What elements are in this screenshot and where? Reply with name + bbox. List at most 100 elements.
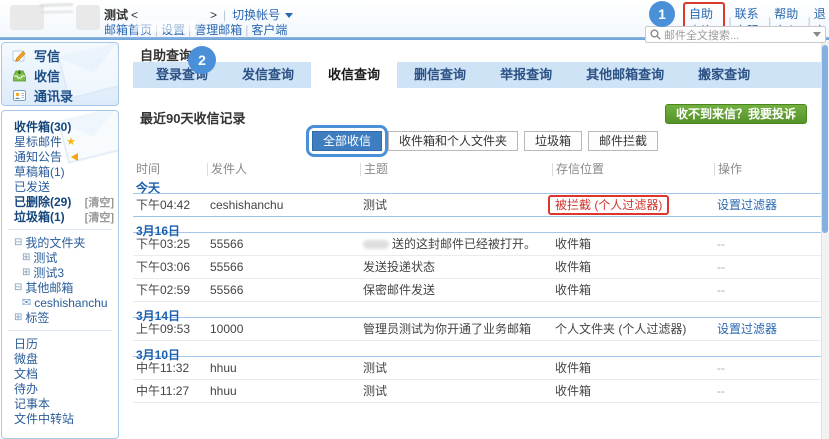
sidebar-item[interactable]: 已发送	[2, 179, 114, 194]
search-input[interactable]: 邮件全文搜索...	[645, 26, 826, 43]
sidebar-item[interactable]: ⊞测试3	[2, 265, 114, 280]
sidebar-item[interactable]: 文档	[2, 366, 114, 381]
sidebar-item[interactable]: 草稿箱(1)	[2, 164, 114, 179]
sidebar-item[interactable]: ⊟其他邮箱	[2, 280, 114, 295]
subject-text: 保密邮件发送	[363, 283, 435, 297]
sidebar-item-label: 其他邮箱	[25, 279, 73, 296]
sidebar-item-label: 垃圾箱(1)	[14, 208, 65, 225]
location-text: 收件箱	[555, 283, 591, 297]
sidebar-divider	[8, 330, 112, 331]
table-header: 时间发件人主题存信位置操作	[133, 160, 821, 178]
header-nav-link[interactable]: 管理邮箱	[194, 23, 242, 37]
header-nav-link[interactable]: 客户端	[251, 23, 287, 37]
sidebar-item[interactable]: ⊞标签	[2, 310, 114, 325]
cell-sender: 55566	[207, 233, 360, 255]
sidebar-item[interactable]: ⊟我的文件夹	[2, 235, 114, 250]
tab-item[interactable]: 其他邮箱查询	[569, 62, 681, 88]
filter-button[interactable]: 邮件拦截	[588, 131, 658, 151]
filter-button[interactable]: 垃圾箱	[524, 131, 582, 151]
sidebar-item[interactable]: ⊞测试	[2, 250, 114, 265]
cell-location: 收件箱	[552, 233, 714, 255]
expand-icon[interactable]: ⊞	[22, 267, 30, 278]
tab-active[interactable]: 收信查询	[311, 62, 397, 88]
section-title: 最近90天收信记录	[140, 108, 245, 127]
cell-sender: hhuu	[207, 357, 360, 379]
sidebar-item[interactable]: 待办	[2, 381, 114, 396]
sidebar-item-label: 标签	[25, 309, 49, 326]
filter-bar: 全部收信收件箱和个人文件夹垃圾箱邮件拦截	[312, 130, 658, 152]
no-action: --	[717, 361, 725, 375]
sidebar-divider	[8, 229, 112, 230]
filter-button[interactable]: 收件箱和个人文件夹	[388, 131, 518, 151]
set-filter-link[interactable]: 设置过滤器	[717, 322, 777, 336]
empty-folder-link[interactable]: [清空]	[85, 194, 114, 210]
annotation-red-box: 被拦截 (个人过滤器)	[548, 195, 669, 215]
redacted-logo-text	[40, 3, 73, 13]
column-header: 操作	[714, 163, 818, 176]
column-header: 发件人	[207, 163, 360, 176]
sidebar-receive-button[interactable]: 收信	[2, 65, 118, 85]
cell-subject: 保密邮件发送	[360, 279, 552, 301]
main-content: 自助查询 登录查询发信查询收信查询删信查询举报查询其他邮箱查询搬家查询 最近90…	[133, 40, 821, 439]
column-header: 存信位置	[552, 163, 714, 176]
cell-action: 设置过滤器	[714, 318, 818, 340]
cell-time: 下午03:06	[133, 256, 207, 278]
sidebar-item[interactable]: 微盘	[2, 351, 114, 366]
sidebar-item[interactable]: 通知公告	[2, 149, 114, 164]
no-action: --	[717, 260, 725, 274]
complaint-button[interactable]: 收不到来信？我要投诉	[665, 104, 807, 124]
cell-subject: 管理员测试为你开通了业务邮箱	[360, 318, 552, 340]
location-text: 收件箱	[555, 361, 591, 375]
subject-text: 发送投递状态	[363, 260, 435, 274]
table-row: 中午11:27hhuu测试收件箱--	[133, 380, 821, 403]
cell-action: 设置过滤器	[714, 194, 818, 216]
sidebar-item[interactable]: ✉ceshishanchu	[2, 295, 114, 310]
star-icon: ★	[66, 135, 76, 148]
cell-location: 收件箱	[552, 357, 714, 379]
cell-action: --	[714, 357, 818, 379]
cell-sender: 55566	[207, 256, 360, 278]
tab-item[interactable]: 举报查询	[483, 62, 569, 88]
cell-sender: 10000	[207, 318, 360, 340]
tab-item[interactable]: 搬家查询	[681, 62, 767, 88]
cell-subject: 测试	[360, 194, 552, 216]
mail-records-table: 时间发件人主题存信位置操作 今天下午04:42ceshishanchu测试被拦截…	[133, 160, 821, 403]
scrollbar-thumb[interactable]	[822, 45, 828, 233]
search-icon	[650, 29, 661, 40]
sidebar-item[interactable]: 文件中转站	[2, 411, 114, 426]
cell-location: 被拦截 (个人过滤器)	[552, 194, 714, 216]
set-filter-link[interactable]: 设置过滤器	[717, 198, 777, 212]
sidebar-compose-button[interactable]: 写信	[2, 45, 118, 65]
sidebar-item[interactable]: 收件箱(30)	[2, 119, 114, 134]
sidebar-item[interactable]: 记事本	[2, 396, 114, 411]
sidebar-contacts-button[interactable]: 通讯录	[2, 85, 118, 105]
filter-button[interactable]: 全部收信	[312, 131, 382, 151]
cell-action: --	[714, 233, 818, 255]
location-text: 收件箱	[555, 384, 591, 398]
subject-text: 测试	[363, 384, 387, 398]
collapse-icon[interactable]: ⊟	[14, 282, 22, 293]
search-placeholder: 邮件全文搜索...	[664, 27, 739, 43]
expand-icon[interactable]: ⊞	[14, 312, 22, 323]
empty-folder-link[interactable]: [清空]	[85, 209, 114, 225]
sidebar-item[interactable]: 星标邮件★	[2, 134, 114, 149]
sidebar-item[interactable]: 垃圾箱(1) [清空]	[2, 209, 114, 224]
location-text: 收件箱	[555, 237, 591, 251]
tab-item[interactable]: 发信查询	[225, 62, 311, 88]
sidebar-item[interactable]: 日历	[2, 336, 114, 351]
no-action: --	[717, 283, 725, 297]
subject-text: 测试	[363, 361, 387, 375]
sidebar-item[interactable]: 已删除(29)[清空]	[2, 194, 114, 209]
tab-item[interactable]: 删信查询	[397, 62, 483, 88]
cell-subject: 送的这封邮件已经被打开。	[360, 233, 552, 255]
bracket: >	[210, 8, 217, 22]
expand-icon[interactable]: ⊞	[22, 252, 30, 263]
cell-location: 收件箱	[552, 256, 714, 278]
cell-location: 收件箱	[552, 279, 714, 301]
cell-location: 收件箱	[552, 380, 714, 402]
search-dropdown-icon[interactable]	[813, 32, 821, 41]
compose-item-label: 写信	[34, 46, 60, 65]
redacted-logo	[76, 5, 100, 30]
collapse-icon[interactable]: ⊟	[14, 237, 22, 248]
cell-action: --	[714, 279, 818, 301]
